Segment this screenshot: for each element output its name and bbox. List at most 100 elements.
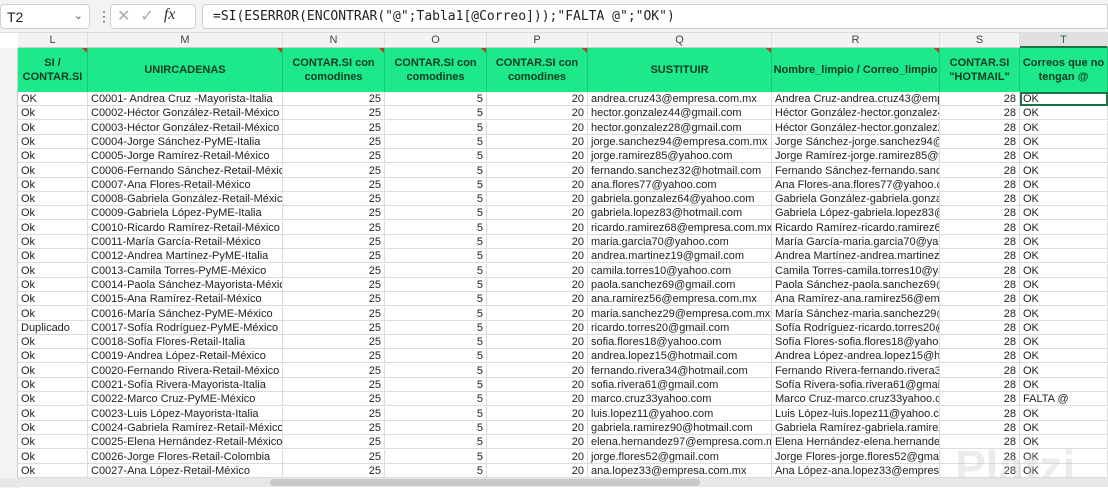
cell-Q[interactable]: gabriela.gonzalez64@yahoo.com: [588, 192, 772, 207]
cell-T[interactable]: OK: [1020, 292, 1108, 307]
table-header-M[interactable]: UNIRCADENAS: [88, 48, 283, 92]
cell-P[interactable]: 20: [487, 220, 588, 235]
cell-T[interactable]: OK: [1020, 335, 1108, 350]
cell-T[interactable]: OK: [1020, 92, 1108, 106]
cell-R[interactable]: Jorge Flores-jorge.flores52@gmail.com: [772, 449, 940, 464]
cell-O[interactable]: 5: [385, 192, 487, 207]
cell-O[interactable]: 5: [385, 149, 487, 164]
cell-P[interactable]: 20: [487, 163, 588, 178]
cell-N[interactable]: 25: [283, 106, 385, 121]
cell-P[interactable]: 20: [487, 349, 588, 364]
cell-L[interactable]: Ok: [18, 349, 88, 364]
cell-R[interactable]: Héctor González-hector.gonzalez44@gmail.…: [772, 106, 940, 121]
cell-M[interactable]: C0014-Paola Sánchez-Mayorista-México: [88, 277, 283, 292]
column-header-T[interactable]: T: [1020, 33, 1108, 48]
cell-S[interactable]: 28: [940, 306, 1020, 321]
cell-Q[interactable]: hector.gonzalez44@gmail.com: [588, 106, 772, 121]
cell-O[interactable]: 5: [385, 163, 487, 178]
cell-R[interactable]: Gabriela González-gabriela.gonzalez64@ya…: [772, 192, 940, 207]
cell-M[interactable]: C0010-Ricardo Ramírez-Retail-México: [88, 220, 283, 235]
cell-L[interactable]: Ok: [18, 163, 88, 178]
cell-T[interactable]: OK: [1020, 320, 1108, 335]
cell-L[interactable]: Ok: [18, 277, 88, 292]
cell-Q[interactable]: camila.torres10@yahoo.com: [588, 263, 772, 278]
cell-Q[interactable]: maria.sanchez29@empresa.com.mx: [588, 306, 772, 321]
cell-L[interactable]: Ok: [18, 263, 88, 278]
cell-P[interactable]: 20: [487, 235, 588, 249]
cell-L[interactable]: Duplicado: [18, 320, 88, 335]
cell-L[interactable]: Ok: [18, 363, 88, 378]
cancel-icon[interactable]: ✕: [117, 6, 130, 27]
cell-S[interactable]: 28: [940, 420, 1020, 435]
cell-S[interactable]: 28: [940, 249, 1020, 264]
cell-S[interactable]: 28: [940, 134, 1020, 149]
cell-L[interactable]: Ok: [18, 435, 88, 450]
cell-N[interactable]: 25: [283, 378, 385, 392]
cell-M[interactable]: C0015-Ana Ramírez-Retail-México: [88, 292, 283, 307]
cell-N[interactable]: 25: [283, 177, 385, 192]
cell-S[interactable]: 28: [940, 349, 1020, 364]
cell-N[interactable]: 25: [283, 392, 385, 407]
cell-R[interactable]: María Sánchez-maria.sanchez29@empresa.co…: [772, 306, 940, 321]
cell-L[interactable]: Ok: [18, 449, 88, 464]
cell-O[interactable]: 5: [385, 249, 487, 264]
cell-T[interactable]: OK: [1020, 220, 1108, 235]
cell-P[interactable]: 20: [487, 192, 588, 207]
cell-L[interactable]: OK: [18, 92, 88, 106]
cell-T[interactable]: OK: [1020, 134, 1108, 149]
cell-P[interactable]: 20: [487, 292, 588, 307]
cell-Q[interactable]: gabriela.ramirez90@hotmail.com: [588, 420, 772, 435]
cell-N[interactable]: 25: [283, 292, 385, 307]
cell-O[interactable]: 5: [385, 335, 487, 350]
cell-T[interactable]: OK: [1020, 406, 1108, 421]
cell-L[interactable]: Ok: [18, 149, 88, 164]
cell-N[interactable]: 25: [283, 277, 385, 292]
cell-T[interactable]: OK: [1020, 263, 1108, 278]
cell-P[interactable]: 20: [487, 206, 588, 221]
cell-R[interactable]: Marco Cruz-marco.cruz33yahoo.com: [772, 392, 940, 407]
cell-Q[interactable]: andrea.lopez15@hotmail.com: [588, 349, 772, 364]
cell-S[interactable]: 28: [940, 277, 1020, 292]
cell-R[interactable]: Luis López-luis.lopez11@yahoo.com: [772, 406, 940, 421]
cell-R[interactable]: Paola Sánchez-paola.sanchez69@gmail.com: [772, 277, 940, 292]
cell-L[interactable]: Ok: [18, 392, 88, 407]
cell-T[interactable]: OK: [1020, 420, 1108, 435]
more-icon[interactable]: ⋮: [97, 8, 111, 25]
cell-Q[interactable]: marco.cruz33yahoo.com: [588, 392, 772, 407]
cell-L[interactable]: Ok: [18, 420, 88, 435]
cell-M[interactable]: C0003-Héctor González-Retail-México: [88, 120, 283, 135]
cell-S[interactable]: 28: [940, 235, 1020, 249]
cell-M[interactable]: C0007-Ana Flores-Retail-México: [88, 177, 283, 192]
column-header-O[interactable]: O: [385, 33, 487, 48]
cell-S[interactable]: 28: [940, 406, 1020, 421]
cell-O[interactable]: 5: [385, 420, 487, 435]
cell-Q[interactable]: jorge.sanchez94@empresa.com.mx: [588, 134, 772, 149]
cell-S[interactable]: 28: [940, 120, 1020, 135]
cell-Q[interactable]: ana.flores77@yahoo.com: [588, 177, 772, 192]
cell-M[interactable]: C0021-Sofía Rivera-Mayorista-Italia: [88, 378, 283, 392]
cell-P[interactable]: 20: [487, 92, 588, 106]
cell-L[interactable]: Ok: [18, 378, 88, 392]
cell-N[interactable]: 25: [283, 349, 385, 364]
cell-O[interactable]: 5: [385, 363, 487, 378]
cell-R[interactable]: Gabriela Ramírez-gabriela.ramirez90@hotm…: [772, 420, 940, 435]
cell-N[interactable]: 25: [283, 320, 385, 335]
cell-R[interactable]: Héctor González-hector.gonzalez28@gmail.…: [772, 120, 940, 135]
cell-N[interactable]: 25: [283, 335, 385, 350]
cell-T[interactable]: OK: [1020, 378, 1108, 392]
cell-P[interactable]: 20: [487, 363, 588, 378]
cell-L[interactable]: Ok: [18, 249, 88, 264]
cell-N[interactable]: 25: [283, 463, 385, 478]
cell-P[interactable]: 20: [487, 249, 588, 264]
cell-Q[interactable]: jorge.ramirez85@yahoo.com: [588, 149, 772, 164]
cell-M[interactable]: C0017-Sofía Rodríguez-PyME-México: [88, 320, 283, 335]
cell-P[interactable]: 20: [487, 335, 588, 350]
cell-O[interactable]: 5: [385, 320, 487, 335]
cell-S[interactable]: 28: [940, 335, 1020, 350]
cell-P[interactable]: 20: [487, 263, 588, 278]
cell-L[interactable]: Ok: [18, 192, 88, 207]
cell-S[interactable]: 28: [940, 149, 1020, 164]
cell-S[interactable]: 28: [940, 192, 1020, 207]
table-header-R[interactable]: Nombre_limpio / Correo_limpio: [772, 48, 940, 92]
cell-O[interactable]: 5: [385, 177, 487, 192]
